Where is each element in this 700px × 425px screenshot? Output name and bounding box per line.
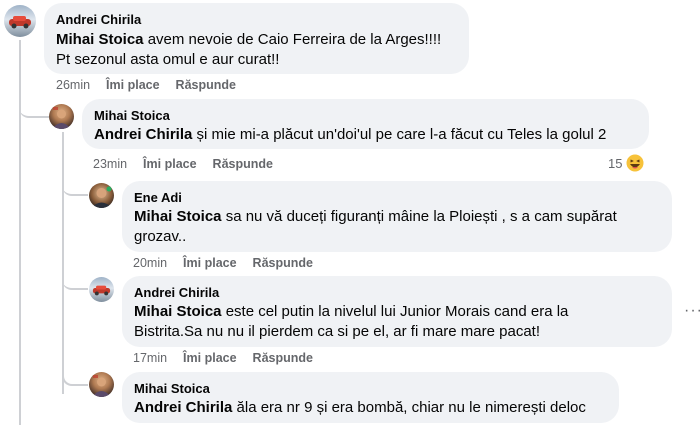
comment-bubble: Ene Adi Mihai Stoica sa nu vă duceți fig… — [122, 181, 672, 252]
avatar[interactable] — [89, 277, 114, 302]
comment-author[interactable]: Mihai Stoica — [134, 380, 607, 397]
mention-link[interactable]: Mihai Stoica — [56, 31, 144, 48]
comment-actions: 20min Îmi place Răspunde — [133, 255, 313, 271]
car-photo-icon — [92, 285, 111, 296]
comment-bubble: Andrei Chirila Mihai Stoica avem nevoie … — [44, 3, 469, 74]
comment-timestamp[interactable]: 23min — [93, 156, 127, 172]
comment-author[interactable]: Mihai Stoica — [94, 107, 637, 124]
mention-link[interactable]: Andrei Chirila — [134, 399, 232, 416]
reply-button[interactable]: Răspunde — [176, 77, 236, 93]
comment-actions: 17min Îmi place Răspunde — [133, 350, 313, 366]
comment-text-line2: Bistrita.Sa nu nu il pierdem ca si pe el… — [134, 323, 541, 340]
comment-bubble: Mihai Stoica Andrei Chirila ăla era nr 9… — [122, 372, 619, 423]
comment-timestamp[interactable]: 26min — [56, 77, 90, 93]
comment-text: Mihai Stoica sa nu vă duceți figuranți m… — [134, 207, 660, 227]
person-photo-icon — [92, 375, 111, 397]
comment-bubble: Andrei Chirila Mihai Stoica este cel put… — [122, 276, 672, 347]
like-button[interactable]: Îmi place — [183, 350, 237, 366]
reply-button[interactable]: Răspunde — [253, 255, 313, 271]
comment-text-line1: sa nu vă duceți figuranți mâine la Ploie… — [221, 208, 617, 225]
comment-text: Mihai Stoica este cel putin la nivelul l… — [134, 302, 660, 322]
comment-timestamp[interactable]: 17min — [133, 350, 167, 366]
thread-line-level2 — [62, 132, 64, 394]
comment-actions: 23min Îmi place Răspunde — [93, 156, 273, 172]
avatar[interactable] — [4, 5, 36, 37]
mention-link[interactable]: Mihai Stoica — [134, 303, 222, 320]
comment-author[interactable]: Andrei Chirila — [134, 284, 660, 301]
comment-text: Andrei Chirila ăla era nr 9 și era bombă… — [134, 398, 607, 418]
avatar[interactable] — [89, 183, 114, 208]
thread-elbow-reply-3 — [62, 274, 88, 290]
laugh-emoji-icon — [625, 153, 645, 173]
comment-text-line2: Pt sezonul asta omul e aur curat!! — [56, 51, 280, 68]
comment-actions: 26min Îmi place Răspunde — [56, 77, 236, 93]
thread-elbow-reply-4 — [62, 369, 88, 386]
comment-author[interactable]: Ene Adi — [134, 189, 660, 206]
like-button[interactable]: Îmi place — [183, 255, 237, 271]
reaction-summary[interactable]: 15 — [608, 153, 645, 173]
person-photo-icon — [91, 186, 112, 208]
reaction-count: 15 — [608, 155, 623, 171]
like-button[interactable]: Îmi place — [106, 77, 160, 93]
comment-author[interactable]: Andrei Chirila — [56, 11, 457, 28]
comment-bubble: Mihai Stoica Andrei Chirila și mie mi-a … — [82, 99, 649, 149]
mention-link[interactable]: Andrei Chirila — [94, 126, 192, 143]
avatar[interactable] — [89, 372, 114, 397]
car-photo-icon — [9, 16, 31, 29]
comment-text-line1: avem nevoie de Caio Ferreira de la Arges… — [143, 31, 442, 48]
thread-elbow-reply-2 — [62, 180, 88, 196]
comment-text: Andrei Chirila și mie mi-a plăcut un'doi… — [94, 125, 637, 145]
like-button[interactable]: Îmi place — [143, 156, 197, 172]
thread-elbow-reply-1 — [19, 100, 49, 118]
mention-link[interactable]: Mihai Stoica — [134, 208, 222, 225]
comment-text: Mihai Stoica avem nevoie de Caio Ferreir… — [56, 30, 457, 50]
reply-button[interactable]: Răspunde — [213, 156, 273, 172]
comment-text-line1: și mie mi-a plăcut un'doi'ul pe care l-a… — [192, 126, 607, 143]
reply-button[interactable]: Răspunde — [253, 350, 313, 366]
comment-text-line1: ăla era nr 9 și era bombă, chiar nu le n… — [232, 399, 586, 416]
comment-text-line1: este cel putin la nivelul lui Junior Mor… — [221, 303, 569, 320]
more-options-icon[interactable]: ··· — [684, 302, 700, 320]
comment-timestamp[interactable]: 20min — [133, 255, 167, 271]
avatar[interactable] — [49, 104, 74, 129]
comment-text-line2: grozav.. — [134, 228, 187, 245]
person-photo-icon — [52, 107, 71, 129]
thread-line-root — [19, 40, 21, 425]
